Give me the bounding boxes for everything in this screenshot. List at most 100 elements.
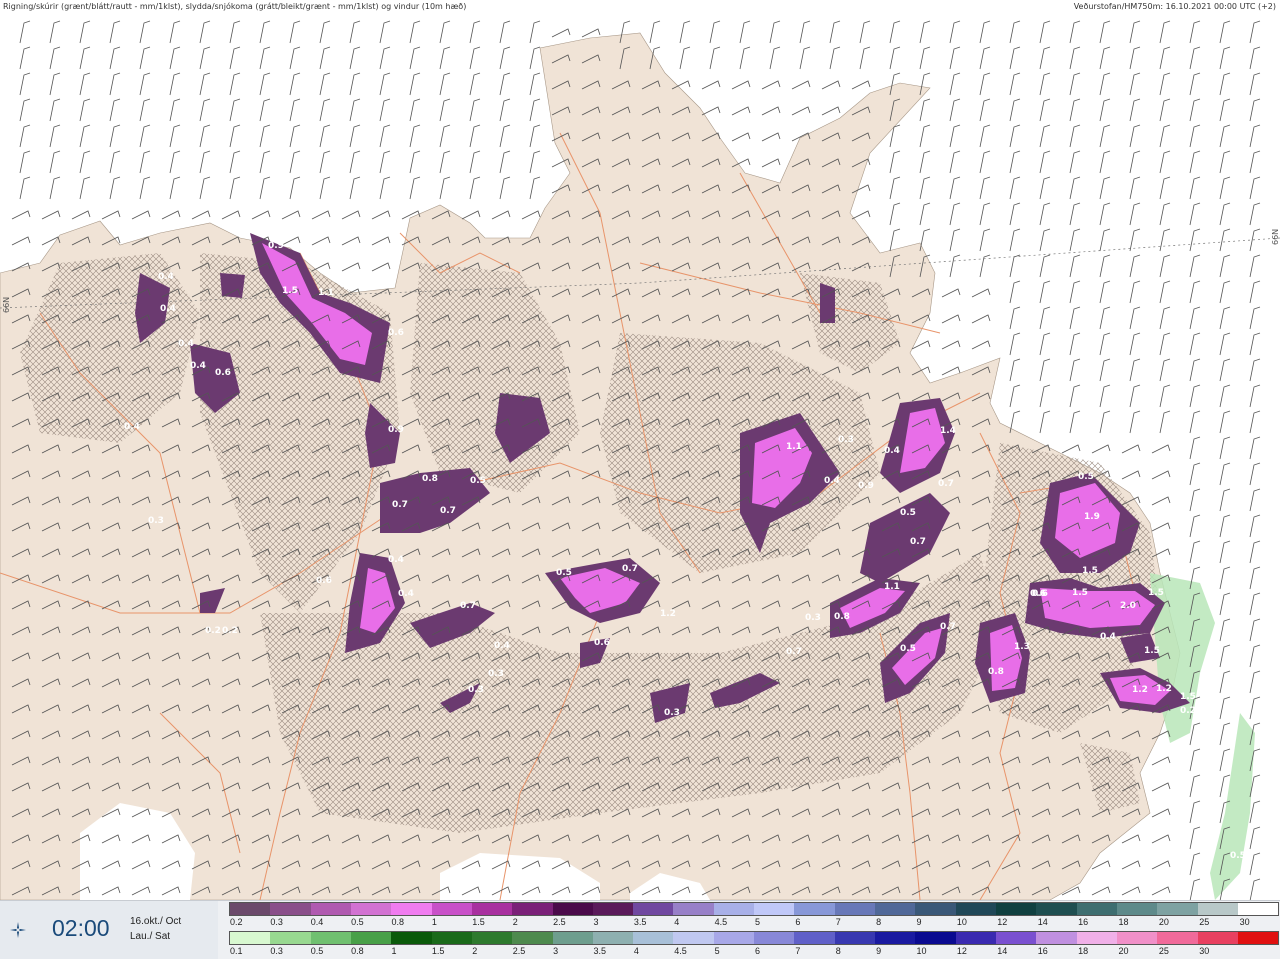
- wind-barb: [109, 150, 121, 174]
- wind-barb: [919, 46, 931, 70]
- precip-value: 0.7: [392, 500, 408, 510]
- scale-tick-label: 4: [674, 917, 680, 927]
- scale-swatch: [1036, 903, 1077, 915]
- wind-barb: [379, 176, 391, 200]
- wind-barb: [1039, 46, 1051, 70]
- wind-barb: [469, 150, 481, 174]
- sun-burst-icon[interactable]: [8, 920, 28, 940]
- wind-barb: [1069, 176, 1081, 200]
- scale-swatch: [230, 903, 271, 915]
- scale-tick-label: 2.5: [553, 917, 566, 927]
- wind-barb: [889, 46, 901, 70]
- wind-barb: [859, 46, 871, 70]
- wind-barb: [1249, 592, 1261, 616]
- wind-barb: [409, 46, 421, 70]
- scale-swatch: [552, 932, 593, 944]
- wind-barb: [1159, 410, 1171, 434]
- wind-barb: [1189, 436, 1201, 460]
- wind-barb: [1159, 20, 1171, 44]
- wind-barb: [739, 46, 751, 70]
- scale-swatch: [915, 903, 956, 915]
- wind-barb: [1189, 514, 1201, 538]
- wind-barb: [1009, 254, 1021, 278]
- scale-tick-label: 14: [997, 946, 1008, 956]
- scale-tick-label: 8: [876, 917, 882, 927]
- scale-swatch: [512, 903, 553, 915]
- wind-barb: [229, 124, 241, 148]
- wind-barb: [79, 20, 91, 44]
- wind-barb: [1069, 358, 1081, 382]
- scale-swatch: [512, 932, 553, 944]
- wind-barb: [11, 236, 31, 246]
- precip-value: 0.4: [494, 641, 510, 651]
- precip-value: 0.5: [900, 508, 916, 518]
- wind-barb: [821, 106, 841, 116]
- precip-value: 0.6: [215, 368, 231, 378]
- wind-barb: [229, 46, 241, 70]
- wind-barb: [1249, 644, 1261, 668]
- wind-barb: [1219, 462, 1231, 486]
- scale-tick-label: 1.5: [431, 946, 445, 956]
- precip-value: 1.9: [1084, 512, 1100, 522]
- wind-barb: [19, 72, 31, 96]
- wind-barb: [1009, 98, 1021, 122]
- wind-barb: [1099, 228, 1111, 252]
- wind-barb: [319, 72, 331, 96]
- wind-barb: [1069, 98, 1081, 122]
- time-panel[interactable]: 02:00 16.okt./ Oct Lau./ Sat: [0, 901, 218, 959]
- precip-value: 0.4: [158, 272, 174, 282]
- scale-swatch: [955, 932, 996, 944]
- precip-value: 0.8: [834, 612, 850, 622]
- wind-barb: [529, 98, 541, 122]
- wind-barb: [949, 254, 961, 278]
- wind-barb: [1219, 228, 1231, 252]
- wind-barb: [979, 46, 991, 70]
- wind-barb: [1039, 124, 1051, 148]
- scale-tick-label: 3.5: [593, 946, 606, 956]
- wind-barb: [949, 98, 961, 122]
- wind-barb: [1039, 98, 1051, 122]
- snow-color-scale: 0.2 0.3 0.4 0.5 0.8 1 1.5 2 2.5 3 3.5 4 4.5 5 6 7 8 9 10 12…: [229, 902, 1280, 930]
- precip-value: 2.0: [1120, 601, 1136, 611]
- wind-barb: [191, 210, 211, 220]
- wind-barb: [1219, 20, 1231, 44]
- wind-barb: [1129, 150, 1141, 174]
- wind-barb: [1039, 72, 1051, 96]
- wind-barb: [1099, 124, 1111, 148]
- scale-tick-label: 16: [1037, 946, 1048, 956]
- scale-swatch: [310, 932, 351, 944]
- wind-barb: [1039, 280, 1051, 304]
- forecast-time: 02:00: [52, 915, 110, 941]
- wind-barb: [829, 46, 841, 70]
- wind-barb: [1091, 444, 1111, 454]
- wind-barb: [1249, 670, 1261, 694]
- wind-barb: [851, 80, 871, 90]
- wind-barb: [529, 46, 541, 70]
- scale-swatch: [834, 932, 875, 944]
- wind-barb: [469, 98, 481, 122]
- precip-value: 0.4: [388, 555, 404, 565]
- scale-swatch: [391, 903, 432, 915]
- wind-barb: [461, 210, 481, 220]
- wind-barb: [169, 20, 181, 44]
- wind-barb: [529, 124, 541, 148]
- scale-tick-label: 12: [956, 946, 967, 956]
- wind-barb: [1189, 774, 1201, 798]
- wind-barb: [1151, 496, 1171, 506]
- wind-barb: [109, 20, 121, 44]
- wind-barb: [1249, 436, 1261, 460]
- weather-map[interactable]: 0.9 1.1 0.4 0.4 0.4 0.4 0.6 1.5 0.6 0.9 0.8 0.5 0.7 0…: [0, 13, 1280, 900]
- wind-barb: [1189, 748, 1201, 772]
- wind-barb: [919, 150, 931, 174]
- scale-tick-label: 1: [391, 946, 397, 956]
- wind-barb: [1039, 20, 1051, 44]
- wind-barb: [319, 20, 331, 44]
- header-bar: Rigning/skúrir (grænt/blátt/rautt - mm/1…: [0, 0, 1280, 13]
- scale-tick-label: 2: [472, 946, 478, 956]
- scale-tick-label: 30: [1239, 917, 1250, 927]
- wind-barb: [1129, 306, 1141, 330]
- wind-barb: [1249, 384, 1261, 408]
- scale-tick-label: 0.3: [270, 946, 283, 956]
- precip-value: 1.1: [318, 288, 334, 298]
- wind-barb: [169, 72, 181, 96]
